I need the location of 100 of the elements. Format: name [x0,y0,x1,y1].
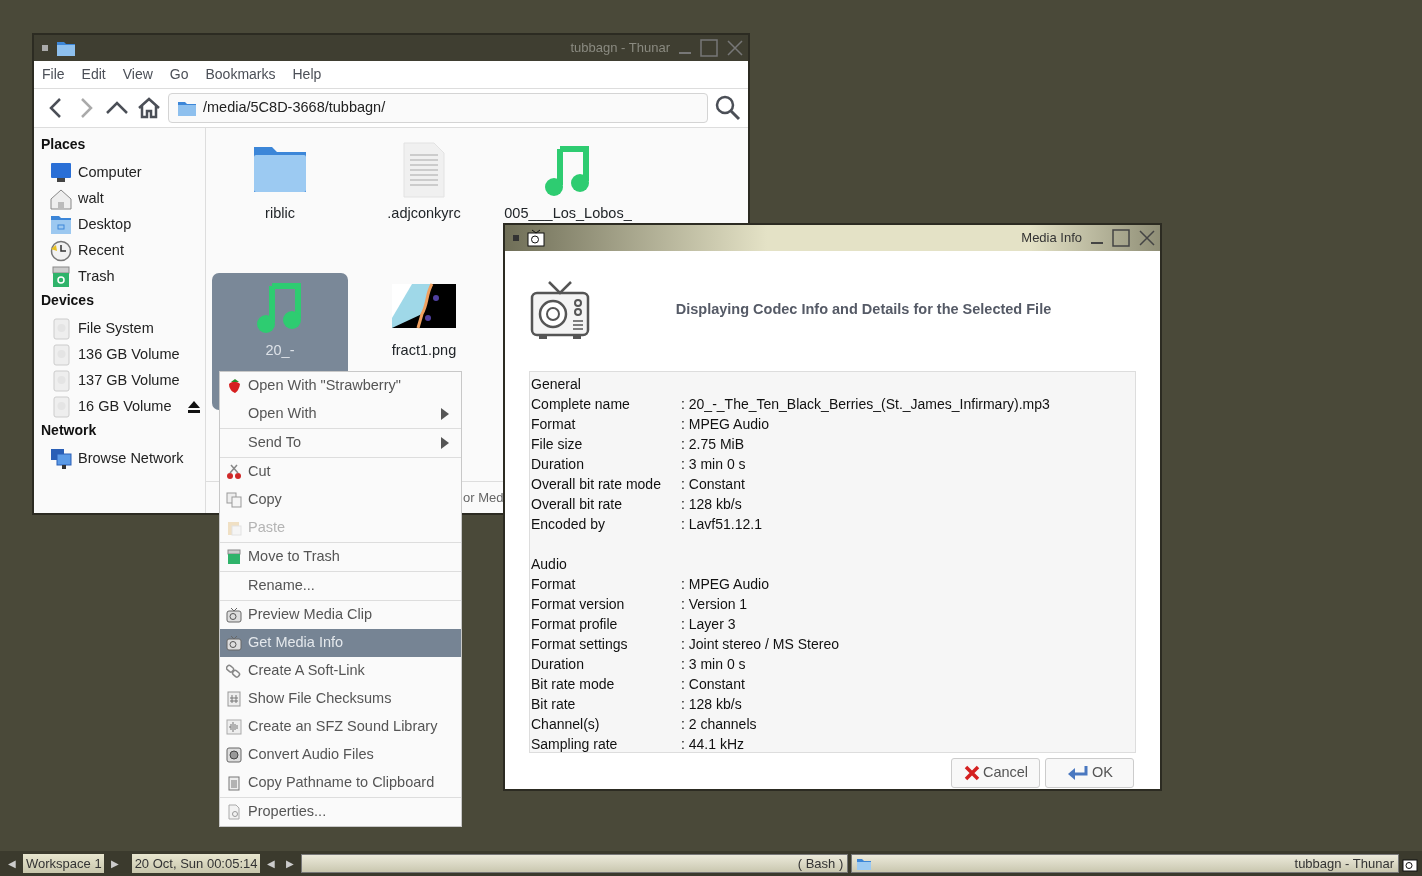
home-button[interactable] [136,95,162,121]
home-icon [50,188,72,210]
menu-item[interactable]: Copy Pathname to Clipboard [220,769,461,797]
hash-icon [226,691,242,707]
next-workspace-button[interactable]: ▶ [106,856,123,871]
next-task-button[interactable]: ▶ [281,856,298,871]
desktop-icon [50,214,72,236]
file-name[interactable]: .adjconkyrc [387,204,461,223]
menu-item[interactable]: Copy [220,486,461,514]
info-label: Format version [531,595,626,614]
computer-icon [50,162,72,184]
previous-task-button[interactable]: ◀ [262,856,279,871]
info-value: : 128 kb/s [681,495,742,514]
window-title: Media Info [1021,229,1082,248]
info-value: : 20_-_The_Ten_Black_Berries_(St._James_Infirmary).mp3 [681,395,1050,414]
close-icon [962,764,981,782]
menu-item[interactable]: File [42,64,65,85]
info-value: : Layer 3 [681,615,736,634]
info-label: Format [531,575,577,594]
menu-item[interactable]: Create an SFZ Sound Library [220,713,461,741]
info-value: : Joint stereo / MS Stereo [681,635,839,654]
menu-item[interactable]: Send To [220,429,461,457]
paste-icon [226,520,242,536]
dialog-heading: Displaying Codec Info and Details for the Selected File [674,300,1053,320]
menu-item[interactable]: Edit [81,64,106,85]
maximize-button[interactable] [1112,229,1130,247]
menu-item[interactable]: Bookmarks [205,64,276,85]
task-button[interactable]: ( Bash ) [300,854,849,873]
menu-item[interactable]: View [122,64,153,85]
info-label: Channel(s) [531,715,601,734]
menu-item[interactable]: Show File Checksums [220,685,461,713]
location-field[interactable]: /media/5C8D-3668/tubbagn/ [168,93,708,123]
file-name[interactable]: riblic [265,204,295,223]
section-heading: Places [41,135,87,154]
clock: 20 Oct, Sun 00:05:14 [131,854,260,873]
close-button[interactable] [1138,229,1156,247]
info-label: Sampling rate [531,735,619,754]
info-label: Duration [531,655,585,674]
tv-icon [226,635,242,651]
tv-icon [527,229,545,247]
chain-link-icon [226,663,242,679]
menu-item[interactable]: Open With "Strawberry" [220,372,461,400]
clipboard-icon [226,775,242,791]
task-button[interactable]: tubbagn - Thunar [851,854,1399,873]
strawberry-icon [226,378,242,394]
sidebar-item[interactable]: walt [41,186,205,212]
file-name[interactable]: 005___Los_Lobos_ [504,204,632,223]
workspace-button[interactable]: Workspace 1 [23,854,104,873]
sidebar-item[interactable]: Browse Network [41,446,205,472]
ok-button[interactable]: OK [1045,758,1134,788]
scissors-icon [226,464,242,480]
drive-icon [50,344,72,366]
menu-item[interactable]: Help [292,64,322,85]
info-value: : Lavf51.12.1 [681,515,762,534]
sidebar-item[interactable]: 136 GB Volume [41,342,205,368]
menu-item[interactable]: Convert Audio Files [220,741,461,769]
cancel-button[interactable]: Cancel [951,758,1040,788]
drive-icon [50,396,72,418]
sidebar-item[interactable]: 16 GB Volume [41,394,205,420]
sidebar-item[interactable]: Desktop [41,212,205,238]
menu-item[interactable]: Move to Trash [220,543,461,571]
sidebar-item[interactable]: Trash [41,264,205,290]
info-value: : 44.1 kHz [681,735,745,754]
drive-icon [50,370,72,392]
menu-item[interactable]: Create A Soft-Link [220,657,461,685]
tv-icon [226,607,242,623]
maximize-button[interactable] [700,39,718,57]
sidebar-item[interactable]: 137 GB Volume [41,368,205,394]
menu-item[interactable]: Rename... [220,572,461,600]
file-name[interactable]: fract1.png [391,341,457,360]
info-section-heading: Audio [531,555,567,574]
menu-item[interactable]: Preview Media Clip [220,601,461,629]
previous-workspace-button[interactable]: ◀ [4,856,20,871]
copy-icon [226,492,242,508]
sidebar-item[interactable]: File System [41,316,205,342]
trash-icon [50,266,72,288]
drive-icon [50,318,72,340]
section-heading: Network [41,421,98,440]
info-value: : 3 min 0 s [681,455,746,474]
search-button[interactable] [714,94,742,122]
info-label: Format profile [531,615,619,634]
sidebar-item[interactable]: Computer [41,160,205,186]
waveform-icon [226,719,242,735]
info-value: : 2 channels [681,715,757,734]
info-value: : 2.75 MiB [681,435,745,454]
info-label: Duration [531,455,585,474]
folder-icon [56,39,76,57]
close-button[interactable] [726,39,744,57]
recent-icon [50,240,72,262]
info-label: Encoded by [531,515,606,534]
info-value: : 128 kb/s [681,695,742,714]
eject-icon[interactable] [187,400,201,414]
menu-item[interactable]: Go [169,64,189,85]
menu-item[interactable]: Properties... [220,798,461,826]
sidebar-item[interactable]: Recent [41,238,205,264]
info-value: : Version 1 [681,595,748,614]
info-value: : MPEG Audio [681,415,769,434]
info-label: Complete name [531,395,631,414]
menu-item[interactable]: Open With [220,400,461,428]
folder-icon [177,99,197,117]
